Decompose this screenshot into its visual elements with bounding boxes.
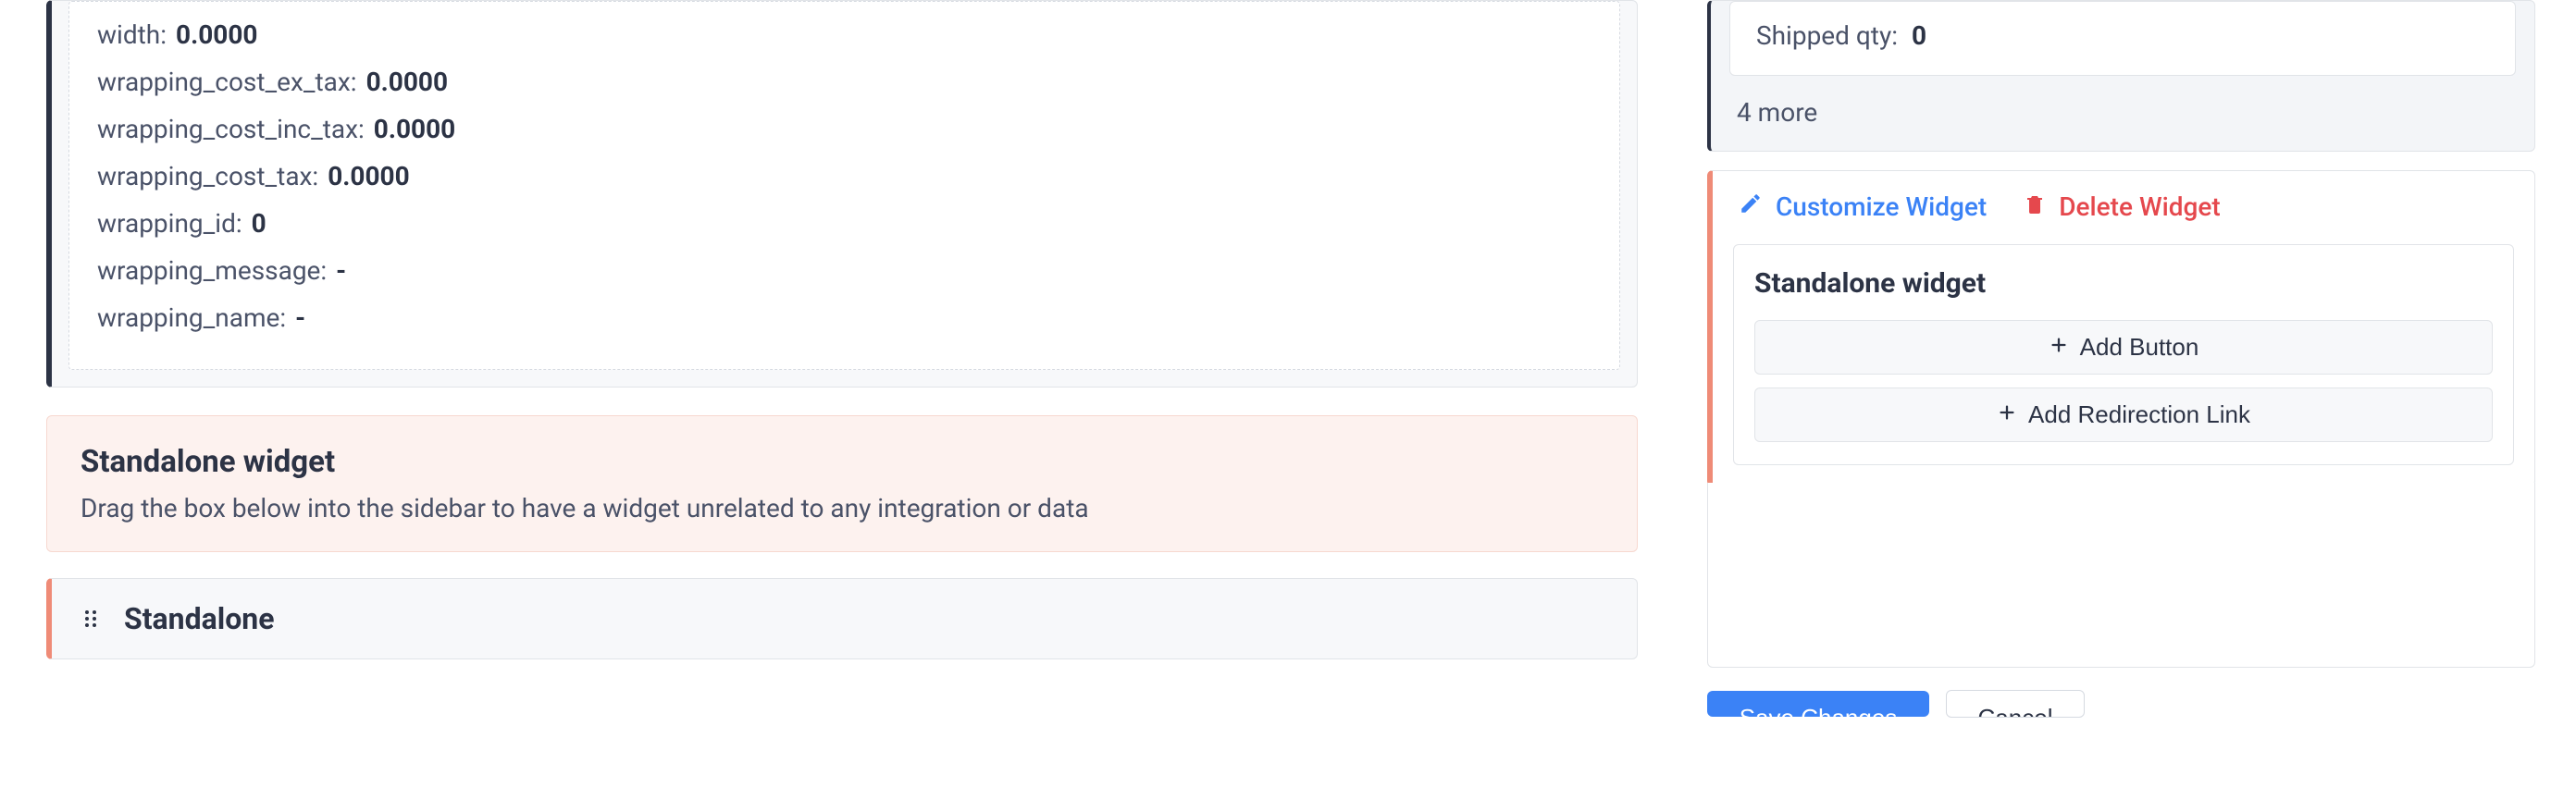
trash-icon: [2024, 191, 2046, 222]
standalone-label: Standalone: [124, 601, 274, 636]
widget-config-title: Standalone widget: [1754, 267, 2493, 300]
plus-icon: [2049, 333, 2069, 362]
delete-widget-link[interactable]: Delete Widget: [2024, 191, 2220, 222]
data-value: 0: [252, 208, 266, 239]
data-key: wrapping_id:: [97, 208, 242, 239]
data-row: wrapping_cost_ex_tax: 0.0000: [97, 58, 1591, 105]
add-button-label: Add Button: [2080, 333, 2199, 362]
more-link[interactable]: 4 more: [1711, 90, 2534, 132]
data-card: width: 0.0000 wrapping_cost_ex_tax: 0.00…: [46, 0, 1638, 388]
data-value: 0.0000: [366, 67, 448, 97]
widget-config-card: Customize Widget Delete Widget Standalon…: [1707, 170, 2535, 486]
data-value: 0.0000: [328, 161, 409, 191]
footer-actions: Save Changes Cancel: [1707, 668, 2535, 718]
data-row: wrapping_message: -: [97, 247, 1591, 294]
data-value: -: [336, 255, 346, 286]
shipped-value: 0: [1912, 20, 1926, 51]
data-key: wrapping_message:: [97, 255, 327, 286]
widget-inner: Standalone widget Add Button: [1733, 244, 2514, 465]
tip-description: Drag the box below into the sidebar to h…: [80, 493, 1604, 523]
shipped-label: Shipped qty:: [1756, 20, 1898, 51]
plus-icon: [1997, 400, 2017, 429]
standalone-widget-tip: Standalone widget Drag the box below int…: [46, 415, 1638, 552]
pencil-icon: [1739, 191, 1763, 222]
data-value: -: [295, 302, 305, 333]
customize-widget-link[interactable]: Customize Widget: [1739, 191, 1987, 222]
add-redirection-label: Add Redirection Link: [2028, 400, 2250, 429]
data-row: wrapping_id: 0: [97, 200, 1591, 247]
standalone-draggable[interactable]: Standalone: [46, 578, 1638, 659]
shipped-qty-box: Shipped qty: 0: [1729, 1, 2516, 76]
customize-widget-label: Customize Widget: [1776, 191, 1987, 222]
cancel-button[interactable]: Cancel: [1946, 690, 2085, 718]
add-button[interactable]: Add Button: [1754, 320, 2493, 375]
data-key: width:: [97, 19, 167, 50]
sidebar-data-card: Shipped qty: 0 4 more: [1707, 0, 2535, 152]
data-row: wrapping_cost_inc_tax: 0.0000: [97, 105, 1591, 153]
data-inner: width: 0.0000 wrapping_cost_ex_tax: 0.00…: [68, 1, 1620, 370]
data-row: wrapping_name: -: [97, 294, 1591, 341]
data-value: 0.0000: [374, 114, 455, 144]
empty-panel: [1707, 483, 2535, 668]
data-key: wrapping_cost_inc_tax:: [97, 114, 365, 144]
data-row: wrapping_cost_tax: 0.0000: [97, 153, 1591, 200]
tip-title: Standalone widget: [80, 444, 1604, 480]
widget-actions: Customize Widget Delete Widget: [1733, 191, 2514, 222]
data-key: wrapping_cost_ex_tax:: [97, 67, 357, 97]
data-row: width: 0.0000: [97, 11, 1591, 58]
add-redirection-button[interactable]: Add Redirection Link: [1754, 388, 2493, 442]
data-value: 0.0000: [176, 19, 257, 50]
drag-handle-icon[interactable]: [78, 606, 104, 632]
data-key: wrapping_cost_tax:: [97, 161, 318, 191]
save-changes-button[interactable]: Save Changes: [1707, 691, 1929, 717]
data-key: wrapping_name:: [97, 302, 286, 333]
delete-widget-label: Delete Widget: [2059, 191, 2220, 222]
